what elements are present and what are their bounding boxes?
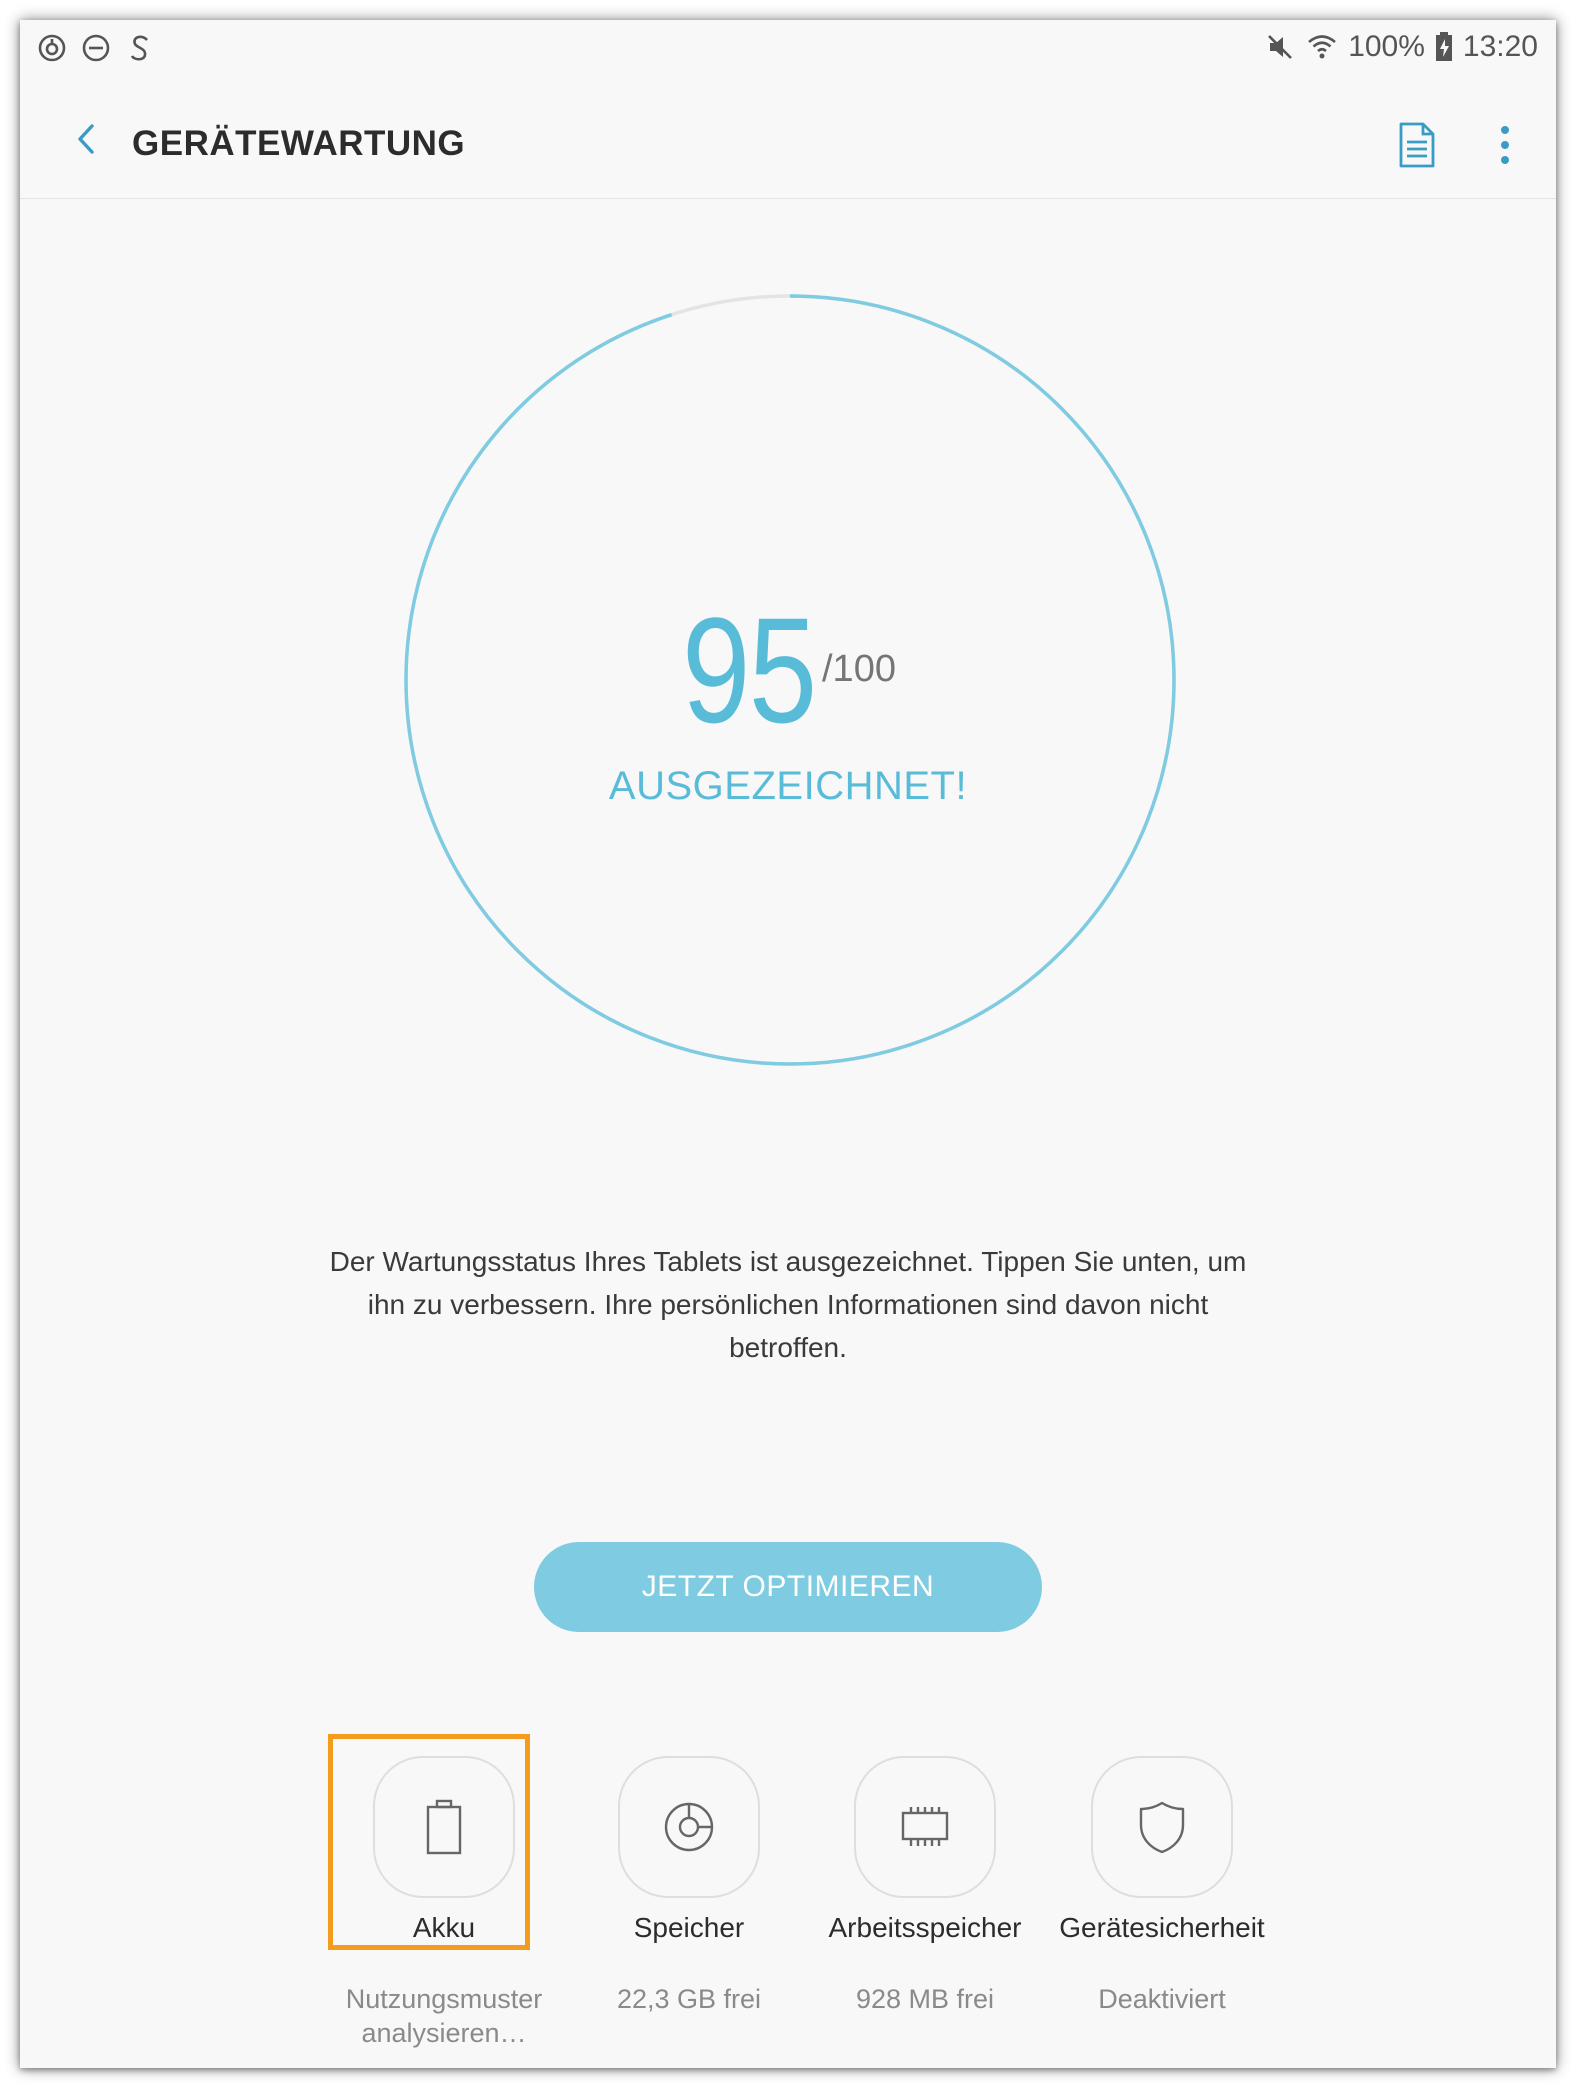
chevron-left-icon (78, 124, 94, 154)
tile-memory[interactable]: Arbeitsspeicher (815, 1756, 1035, 1944)
tile-battery-label: Akku (412, 1912, 476, 1943)
do-not-disturb-icon (82, 34, 110, 62)
tile-security-sub: Deaktiviert (1098, 1984, 1226, 2014)
sync-icon (38, 34, 66, 62)
score-value: 95 (682, 586, 817, 754)
report-button[interactable] (1394, 120, 1440, 170)
back-button[interactable] (60, 112, 114, 166)
wifi-icon (1308, 35, 1337, 59)
tile-storage-sub: 22,3 GB frei (616, 1984, 762, 2014)
score-max: /100 (822, 648, 896, 690)
tile-battery-sub: Nutzungsmuster analysieren… (345, 1984, 543, 2048)
s-app-icon (130, 35, 148, 61)
tile-security-icon-wrap (1091, 1756, 1233, 1898)
clock: 13:20 (1462, 30, 1538, 63)
storage-pie-icon (664, 1802, 714, 1852)
tile-storage-icon-wrap (618, 1756, 760, 1898)
shield-icon (1139, 1801, 1185, 1854)
report-icon (1399, 122, 1435, 168)
tile-memory-label: Arbeitsspeicher (828, 1912, 1022, 1943)
tile-battery[interactable]: Akku (334, 1756, 554, 1944)
tile-security-label: Gerätesicherheit (1059, 1912, 1265, 1943)
tile-storage[interactable]: Speicher (579, 1756, 799, 1944)
status-bar: 100% 13:20 (20, 20, 1556, 74)
device-screen: 100% 13:20 GERÄTEWARTUNG 95 /100 AUSGEZE… (20, 20, 1556, 2068)
optimize-now-button[interactable]: JETZT OPTIMIEREN (534, 1542, 1042, 1632)
tile-security[interactable]: Gerätesicherheit (1052, 1756, 1272, 1944)
tile-memory-icon-wrap (854, 1756, 996, 1898)
battery-icon (426, 1799, 462, 1855)
more-vert-icon (1501, 126, 1509, 164)
memory-chip-icon (901, 1807, 949, 1846)
battery-percent: 100% (1348, 30, 1425, 63)
tile-memory-sub: 928 MB frei (855, 1984, 995, 2014)
score-status: AUSGEZEICHNET! (608, 764, 968, 808)
tile-battery-icon-wrap (373, 1756, 515, 1898)
battery-charging-icon (1435, 32, 1452, 61)
status-description: Der Wartungsstatus Ihres Tablets ist aus… (329, 1246, 1247, 1363)
tile-storage-label: Speicher (633, 1912, 745, 1943)
app-bar: GERÄTEWARTUNG (20, 74, 1556, 199)
mute-icon (1268, 35, 1293, 59)
more-options-button[interactable] (1490, 120, 1520, 170)
page-title: GERÄTEWARTUNG (132, 124, 466, 163)
